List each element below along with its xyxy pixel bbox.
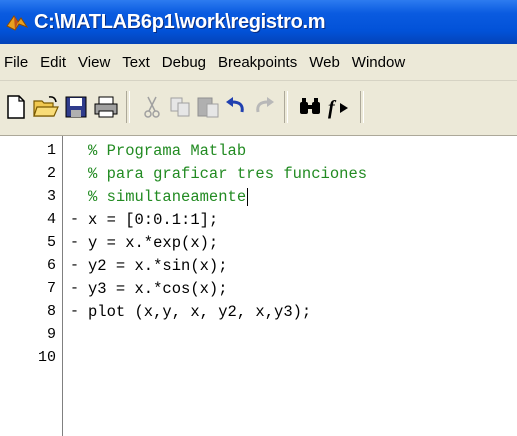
menu-bar: File Edit View Text Debug Breakpoints We… xyxy=(0,44,517,81)
redo-icon xyxy=(256,97,274,113)
line-number: 9 xyxy=(46,326,56,343)
open-button[interactable] xyxy=(32,93,60,121)
find-button[interactable] xyxy=(296,93,324,121)
window-title: C:\MATLAB6p1\work\registro.m xyxy=(34,11,326,33)
print-button[interactable] xyxy=(92,93,120,121)
breakpoint-marker[interactable]: - xyxy=(70,257,79,274)
code-line[interactable]: % simultaneamente xyxy=(88,188,249,207)
menu-view[interactable]: View xyxy=(72,54,116,71)
code-line[interactable]: y3 = x.*cos(x); xyxy=(88,280,228,298)
find-icon xyxy=(300,98,320,114)
text-cursor xyxy=(247,188,249,206)
toolbar-separator xyxy=(360,91,364,123)
line-number: 8 xyxy=(46,303,56,320)
toolbar-separator xyxy=(284,91,288,123)
matlab-icon xyxy=(6,15,28,31)
title-bar[interactable]: C:\MATLAB6p1\work\registro.m xyxy=(0,0,517,44)
breakpoint-marker[interactable]: - xyxy=(70,234,79,251)
code-line[interactable]: % Programa Matlab xyxy=(88,142,246,160)
menu-file[interactable]: File xyxy=(0,54,34,71)
line-number: 3 xyxy=(46,188,56,205)
copy-icon xyxy=(170,97,190,117)
code-line[interactable]: y = x.*exp(x); xyxy=(88,234,218,252)
cut-button[interactable] xyxy=(138,93,166,121)
cut-icon xyxy=(144,96,160,118)
open-folder-icon xyxy=(33,96,59,117)
code-line[interactable]: y2 = x.*sin(x); xyxy=(88,257,228,275)
line-number: 6 xyxy=(46,257,56,274)
line-number: 4 xyxy=(46,211,56,228)
menu-text[interactable]: Text xyxy=(116,54,156,71)
paste-icon xyxy=(197,97,219,118)
new-file-button[interactable] xyxy=(2,93,30,121)
code-line[interactable]: % para graficar tres funciones xyxy=(88,165,367,183)
breakpoint-marker[interactable]: - xyxy=(70,211,79,228)
code-editor[interactable]: 1 % Programa Matlab 2 % para graficar tr… xyxy=(0,136,517,436)
print-icon xyxy=(94,96,118,118)
copy-button[interactable] xyxy=(166,93,194,121)
line-number: 1 xyxy=(46,142,56,159)
redo-button[interactable] xyxy=(250,93,278,121)
line-number: 10 xyxy=(37,349,56,366)
toolbar: f xyxy=(0,81,517,136)
line-number: 2 xyxy=(46,165,56,182)
menu-window[interactable]: Window xyxy=(346,54,411,71)
paste-button[interactable] xyxy=(194,93,222,121)
breakpoint-marker[interactable]: - xyxy=(70,303,79,320)
code-line[interactable]: x = [0:0.1:1]; xyxy=(88,211,218,229)
menu-web[interactable]: Web xyxy=(303,54,346,71)
svg-text:f: f xyxy=(328,97,337,119)
line-number: 7 xyxy=(46,280,56,297)
menu-breakpoints[interactable]: Breakpoints xyxy=(212,54,303,71)
function-icon: f xyxy=(328,97,348,119)
undo-icon xyxy=(226,97,244,113)
function-button[interactable]: f xyxy=(326,93,354,121)
menu-debug[interactable]: Debug xyxy=(156,54,212,71)
toolbar-separator xyxy=(126,91,130,123)
undo-button[interactable] xyxy=(222,93,250,121)
menu-edit[interactable]: Edit xyxy=(34,54,72,71)
gutter-divider xyxy=(62,136,63,436)
code-line[interactable]: plot (x,y, x, y2, x,y3); xyxy=(88,303,311,321)
save-button[interactable] xyxy=(62,93,90,121)
new-file-icon xyxy=(7,95,25,119)
line-number: 5 xyxy=(46,234,56,251)
save-icon xyxy=(65,96,87,118)
breakpoint-marker[interactable]: - xyxy=(70,280,79,297)
code-line-text: % simultaneamente xyxy=(88,188,247,207)
